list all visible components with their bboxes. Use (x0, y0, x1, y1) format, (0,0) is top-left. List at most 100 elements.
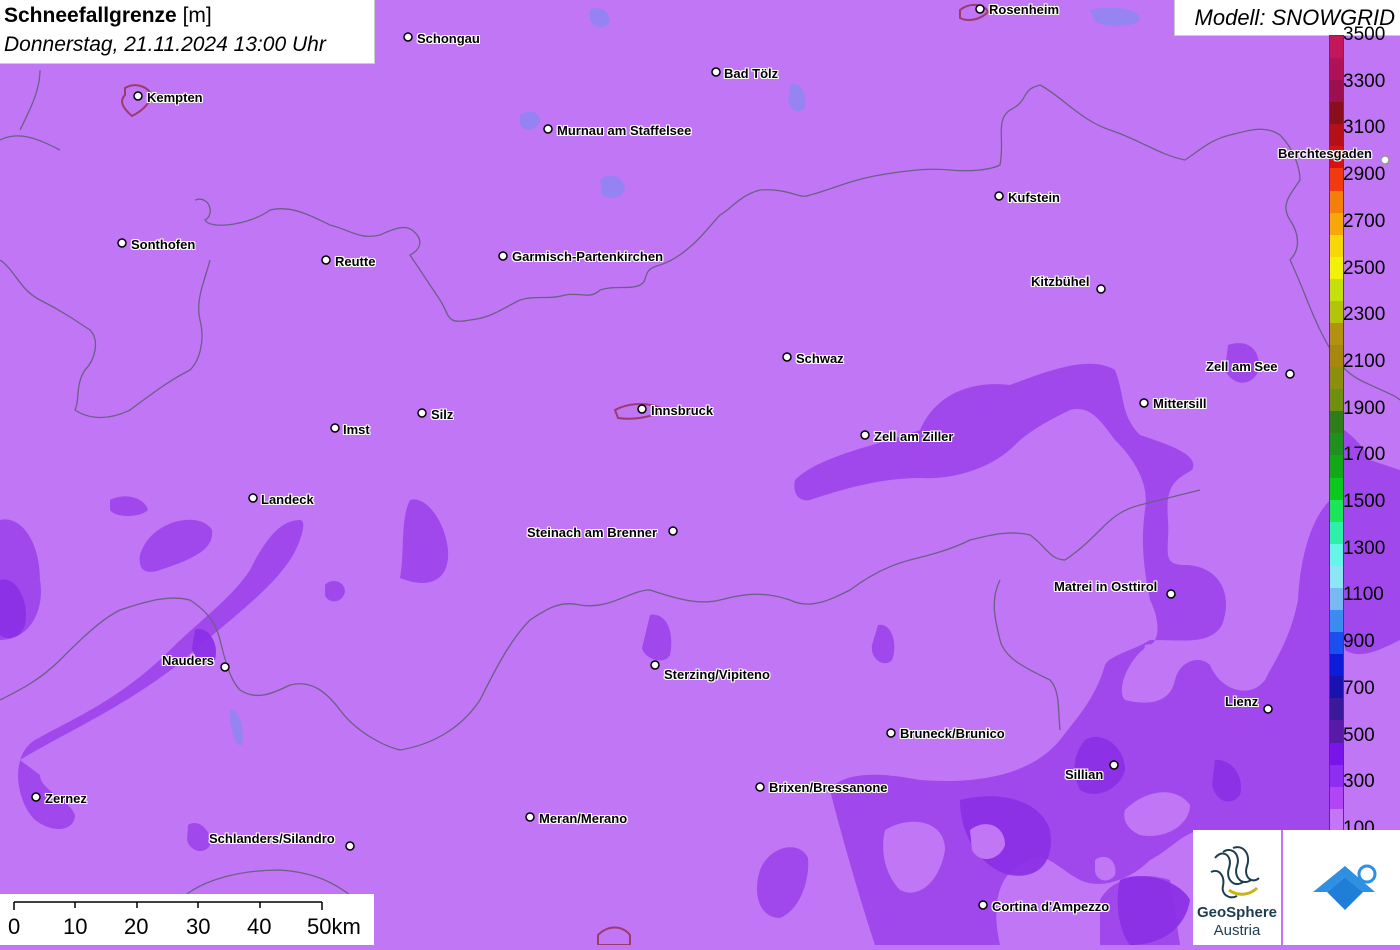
legend-label: 1100 (1343, 584, 1384, 606)
legend-label: 1700 (1343, 444, 1386, 466)
legend-label: 1900 (1343, 397, 1386, 419)
legend-label: 2900 (1343, 164, 1386, 186)
city-label-garmisch: Garmisch-Partenkirchen (512, 249, 664, 264)
legend-label: 900 (1343, 631, 1375, 653)
legend-label: 3300 (1343, 70, 1386, 92)
legend-color-step (1330, 124, 1343, 147)
legend-color-step (1330, 521, 1343, 544)
legend-color-step (1330, 80, 1343, 103)
city-label-schwaz: Schwaz (796, 351, 844, 366)
snowfall-limit-map[interactable] (0, 0, 1400, 945)
city-label-kempten: Kempten (147, 90, 203, 105)
city-label-schongau: Schongau (417, 31, 480, 46)
city-label-sterzing: Sterzing/Vipiteno (664, 667, 770, 682)
legend-color-step (1330, 808, 1343, 831)
legend-color-step (1330, 278, 1343, 301)
map-title-box: Schneefallgrenze [m] Donnerstag, 21.11.2… (0, 0, 375, 64)
city-label-kitzbuehel: Kitzbühel (1031, 274, 1090, 289)
scale-tick-10: 10 (63, 914, 88, 939)
city-label-silz: Silz (431, 407, 454, 422)
city-label-sillian: Sillian (1065, 767, 1104, 782)
city-label-lienz: Lienz (1225, 694, 1259, 709)
city-label-nauders: Nauders (162, 653, 215, 668)
legend-color-step (1330, 58, 1343, 81)
city-label-rosenheim: Rosenheim (989, 2, 1060, 17)
legend-color-step (1330, 676, 1343, 699)
legend-color-step (1330, 389, 1343, 412)
legend-color-step (1330, 212, 1343, 235)
weather-app-logo-icon (1313, 864, 1377, 910)
legend-color-step (1330, 698, 1343, 721)
legend-label: 500 (1343, 724, 1375, 746)
weather-app-logo[interactable] (1283, 830, 1400, 945)
city-label-matrei: Matrei in Osttirol (1054, 579, 1158, 594)
city-label-bad-toelz: Bad Tölz (724, 66, 779, 81)
legend-color-step (1330, 499, 1343, 522)
map-datetime: Donnerstag, 21.11.2024 13:00 Uhr (4, 33, 326, 56)
legend-color-step (1330, 632, 1343, 655)
legend-color-step (1330, 190, 1343, 213)
city-label-bruneck: Bruneck/Brunico (900, 726, 1005, 741)
title-main: Schneefallgrenze (4, 4, 177, 27)
legend-color-step (1330, 654, 1343, 677)
legend-color-step (1330, 543, 1343, 566)
legend-color-step (1330, 786, 1343, 809)
legend-label: 2500 (1343, 257, 1386, 279)
map-title: Schneefallgrenze [m] (4, 4, 212, 28)
city-label-murnau: Murnau am Staffelsee (557, 123, 692, 138)
legend-color-step (1330, 168, 1343, 191)
city-label-imst: Imst (343, 422, 370, 437)
scale-bar: 0 10 20 30 40 50km (0, 894, 374, 945)
legend-color-step (1330, 234, 1343, 257)
legend-color-step (1330, 455, 1343, 478)
austria-logo-text: Austria (1213, 922, 1261, 939)
legend-color-step (1330, 565, 1343, 588)
legend-color-step (1330, 433, 1343, 456)
scale-tick-30: 30 (186, 914, 211, 939)
city-label-zell-am-see: Zell am See (1206, 359, 1278, 374)
legend-color-step (1330, 102, 1343, 125)
legend-label: 3100 (1343, 117, 1386, 139)
scale-tick-40: 40 (247, 914, 272, 939)
title-unit: [m] (182, 4, 212, 27)
legend-label: 1500 (1343, 491, 1386, 513)
legend-color-step (1330, 367, 1343, 390)
city-label-innsbruck: Innsbruck (651, 403, 714, 418)
city-label-mittersill: Mittersill (1153, 396, 1207, 411)
legend-label: 3500 (1343, 24, 1386, 45)
city-label-zernez: Zernez (45, 791, 87, 806)
legend-label: 2700 (1343, 210, 1386, 232)
legend-color-step (1330, 345, 1343, 368)
legend-color-step (1330, 610, 1343, 633)
city-label-brixen: Brixen/Bressanone (769, 780, 888, 795)
city-label-schlanders: Schlanders/Silandro (209, 831, 335, 846)
geosphere-logo-icon (1210, 846, 1260, 899)
legend-color-step (1330, 300, 1343, 324)
legend-label: 2300 (1343, 304, 1386, 326)
city-label-landeck: Landeck (261, 492, 314, 507)
city-label-berchtesgaden: Berchtesgaden (1278, 146, 1372, 161)
legend-label: 300 (1343, 771, 1375, 793)
city-label-zell-am-ziller: Zell am Ziller (874, 429, 954, 444)
geosphere-logo-text: GeoSphere (1196, 904, 1278, 921)
legend-label: 700 (1343, 677, 1375, 699)
legend-color-step (1330, 411, 1343, 434)
legend-label: 2100 (1343, 350, 1386, 372)
city-label-steinach: Steinach am Brenner (527, 525, 658, 540)
legend-label: 1300 (1343, 537, 1386, 559)
geosphere-logo[interactable]: GeoSphere Austria (1193, 830, 1281, 945)
city-label-reutte: Reutte (335, 254, 376, 269)
legend-color-step (1330, 720, 1343, 743)
legend-color-step (1330, 477, 1343, 500)
scale-tick-0: 0 (8, 914, 21, 939)
scale-tick-20: 20 (124, 914, 149, 939)
city-label-meran: Meran/Merano (539, 811, 628, 826)
city-label-sonthofen: Sonthofen (131, 237, 196, 252)
legend-color-step (1330, 36, 1343, 59)
legend-color-step (1330, 587, 1343, 611)
city-label-kufstein: Kufstein (1008, 190, 1060, 205)
scale-tick-50km: 50km (307, 914, 361, 939)
legend-color-step (1330, 764, 1343, 787)
legend-color-step (1330, 256, 1343, 279)
legend-color-step (1330, 323, 1343, 346)
